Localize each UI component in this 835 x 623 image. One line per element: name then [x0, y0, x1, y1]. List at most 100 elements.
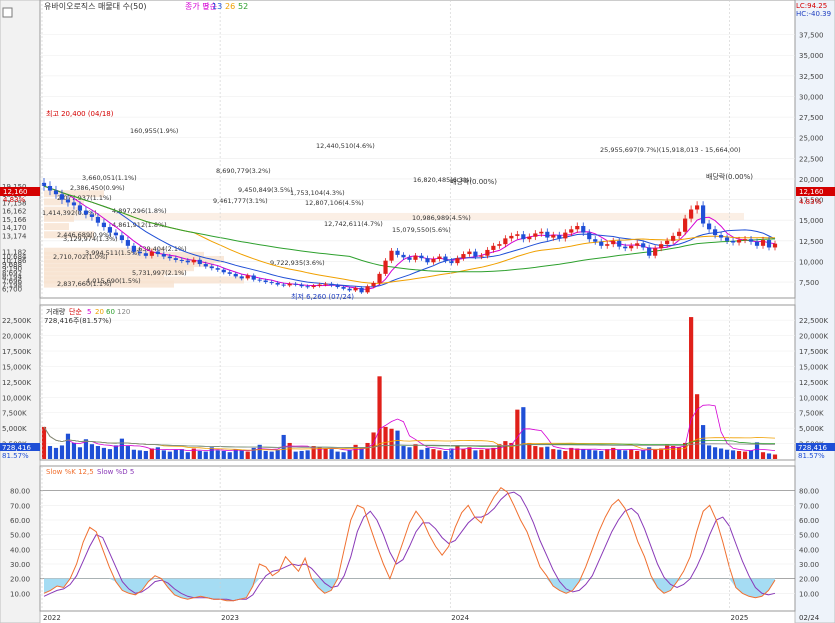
volume-bar	[557, 449, 562, 459]
candle-body	[299, 284, 304, 287]
volume-bar	[233, 449, 238, 459]
ma-period-52: 52	[238, 2, 248, 11]
volume-bar	[377, 376, 382, 459]
candle-body	[41, 182, 47, 186]
volume-profile-label: 9,461,777(3.1%)	[213, 197, 268, 205]
volume-bar	[503, 441, 508, 459]
volume-bar	[766, 453, 772, 459]
volume-bar	[221, 450, 226, 459]
volume-bar	[299, 450, 304, 459]
volume-bar	[365, 442, 370, 459]
volume-bar	[545, 446, 550, 459]
candle-body	[335, 285, 340, 288]
candle-body	[383, 260, 388, 274]
candle-body	[539, 231, 544, 234]
volume-bar	[748, 450, 754, 459]
volume-bar	[41, 426, 47, 459]
volume-profile-label: 1,414,392(0.5%)	[42, 209, 97, 217]
candle-body	[748, 239, 754, 242]
stoch-tick-right: 30.00	[799, 561, 819, 569]
volume-profile-label: 12,440,510(4.6%)	[316, 142, 375, 150]
candle-body	[599, 241, 604, 246]
volume-bar	[653, 449, 658, 459]
candle-body	[251, 275, 256, 280]
stoch-tick-right: 20.00	[799, 576, 819, 584]
candle-body	[569, 229, 574, 233]
volume-bar	[167, 451, 172, 459]
candle-body	[137, 251, 142, 254]
volume-bar	[455, 446, 460, 459]
stoch-tick-left: 40.00	[10, 546, 30, 554]
candle-body	[143, 253, 148, 256]
candle-body	[425, 258, 430, 263]
volume-profile-label: 9,450,849(3.5%)	[238, 186, 293, 194]
candle-body	[449, 260, 454, 264]
candle-body	[545, 231, 550, 238]
candle-body	[107, 227, 113, 233]
volume-bar	[197, 450, 202, 459]
hc-label: HC:-40.39	[796, 10, 831, 18]
volume-bar	[617, 449, 622, 459]
volume-bar	[425, 447, 430, 459]
price-tick-right: 30,000	[799, 93, 824, 101]
candle-body	[653, 248, 658, 256]
volume-tick-right: 15,000K	[799, 363, 828, 371]
candle-body	[641, 243, 646, 248]
volume-bar	[742, 451, 748, 459]
volume-bar	[712, 447, 718, 459]
candle-body	[197, 259, 202, 265]
volume-bar	[371, 432, 376, 459]
volume-bar	[629, 449, 634, 459]
volume-bar	[689, 317, 694, 459]
volume-profile-label: 12,807,106(4.5%)	[305, 199, 364, 207]
candle-body	[221, 269, 226, 273]
candle-body	[671, 235, 676, 241]
volume-bar	[443, 450, 448, 459]
volume-bar	[329, 449, 334, 459]
ex-dividend-annotation-1: 배당락(0.00%)	[450, 177, 497, 186]
volume-bar	[754, 442, 760, 459]
candle-body	[275, 282, 280, 285]
candle-body	[605, 244, 610, 246]
candle-body	[155, 251, 160, 255]
stoch-tick-left: 30.00	[10, 561, 30, 569]
candle-body	[311, 285, 316, 288]
volume-bar	[107, 449, 113, 459]
stoch-tick-left: 80.00	[10, 488, 30, 496]
candle-body	[461, 254, 466, 259]
panel-toggle-icon[interactable]	[2, 7, 13, 18]
candle-body	[263, 280, 268, 283]
volume-bar	[119, 438, 124, 459]
stock-chart: 12,440,510(4.6%) 8,690,779(3.2%) 25,955,69…	[0, 0, 835, 623]
x-tick-label: 2024	[451, 614, 469, 622]
high-annotation: 최고 20,400 (04/18)	[46, 109, 114, 118]
candle-body	[665, 240, 670, 245]
volume-bar	[581, 449, 586, 459]
volume-bar	[353, 444, 358, 459]
volume-tick-right: 10,000K	[799, 394, 828, 402]
volume-bar	[95, 446, 101, 459]
volume-bar	[695, 394, 700, 459]
candle-body	[71, 202, 77, 206]
volume-bar	[701, 425, 706, 459]
candle-body	[701, 205, 706, 224]
price-tick-right: 7,500	[799, 279, 819, 287]
candle-body	[257, 279, 262, 281]
candle-body	[209, 266, 214, 269]
candle-body	[419, 255, 424, 259]
volume-bar	[659, 448, 664, 459]
candle-body	[497, 244, 502, 246]
candle-body	[395, 250, 400, 255]
ma-period-26: 26	[225, 2, 235, 11]
price-tick-right: 20,000	[799, 176, 824, 184]
candle-body	[185, 260, 190, 263]
price-tick-left: 14,170	[2, 224, 27, 232]
candle-body	[533, 233, 538, 237]
candle-body	[736, 240, 742, 243]
volume-bar	[527, 442, 532, 459]
stoch-legend-d: Slow %D 5	[97, 468, 134, 476]
candle-body	[587, 232, 592, 240]
volume-current-left: 728,416	[2, 444, 31, 452]
candle-body	[329, 283, 334, 286]
stoch-tick-left: 20.00	[10, 576, 30, 584]
